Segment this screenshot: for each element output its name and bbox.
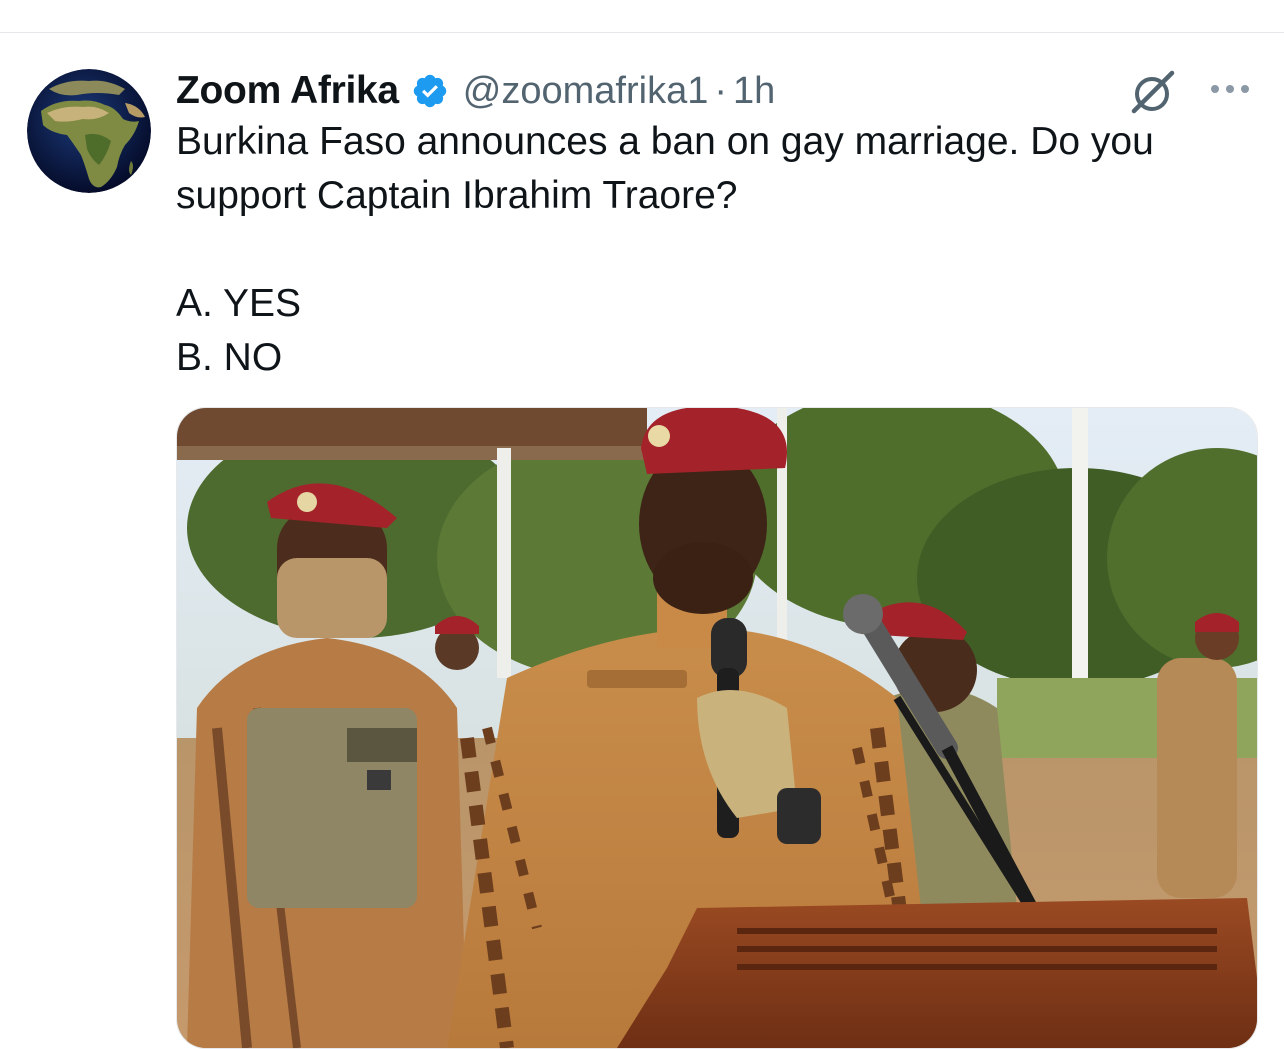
grok-icon[interactable]	[1128, 67, 1178, 117]
separator-dot: ·	[714, 69, 727, 112]
avatar[interactable]	[27, 69, 151, 193]
more-options-icon[interactable]	[1206, 75, 1254, 103]
tweet-header: Zoom Afrika @zoomafrika1 · 1h	[176, 61, 775, 121]
tweet-photo[interactable]	[176, 407, 1258, 1049]
handle[interactable]: @zoomafrika1	[463, 70, 709, 113]
tweet-text-line: Burkina Faso announces a ban on gay marr…	[176, 120, 1154, 217]
tweet-text-blank-line	[176, 223, 1256, 277]
tweet[interactable]: Zoom Afrika @zoomafrika1 · 1h Burkina Fa…	[0, 33, 1284, 1049]
photo-soldiers-podium-icon	[177, 408, 1257, 1048]
verified-badge-icon	[411, 72, 449, 110]
display-name[interactable]: Zoom Afrika	[176, 69, 399, 113]
africa-globe-icon	[27, 69, 151, 193]
tweet-text-option-b: B. NO	[176, 336, 283, 379]
tweet-text-option-a: A. YES	[176, 282, 302, 325]
timestamp[interactable]: 1h	[733, 70, 775, 113]
tweet-text: Burkina Faso announces a ban on gay marr…	[176, 115, 1256, 385]
